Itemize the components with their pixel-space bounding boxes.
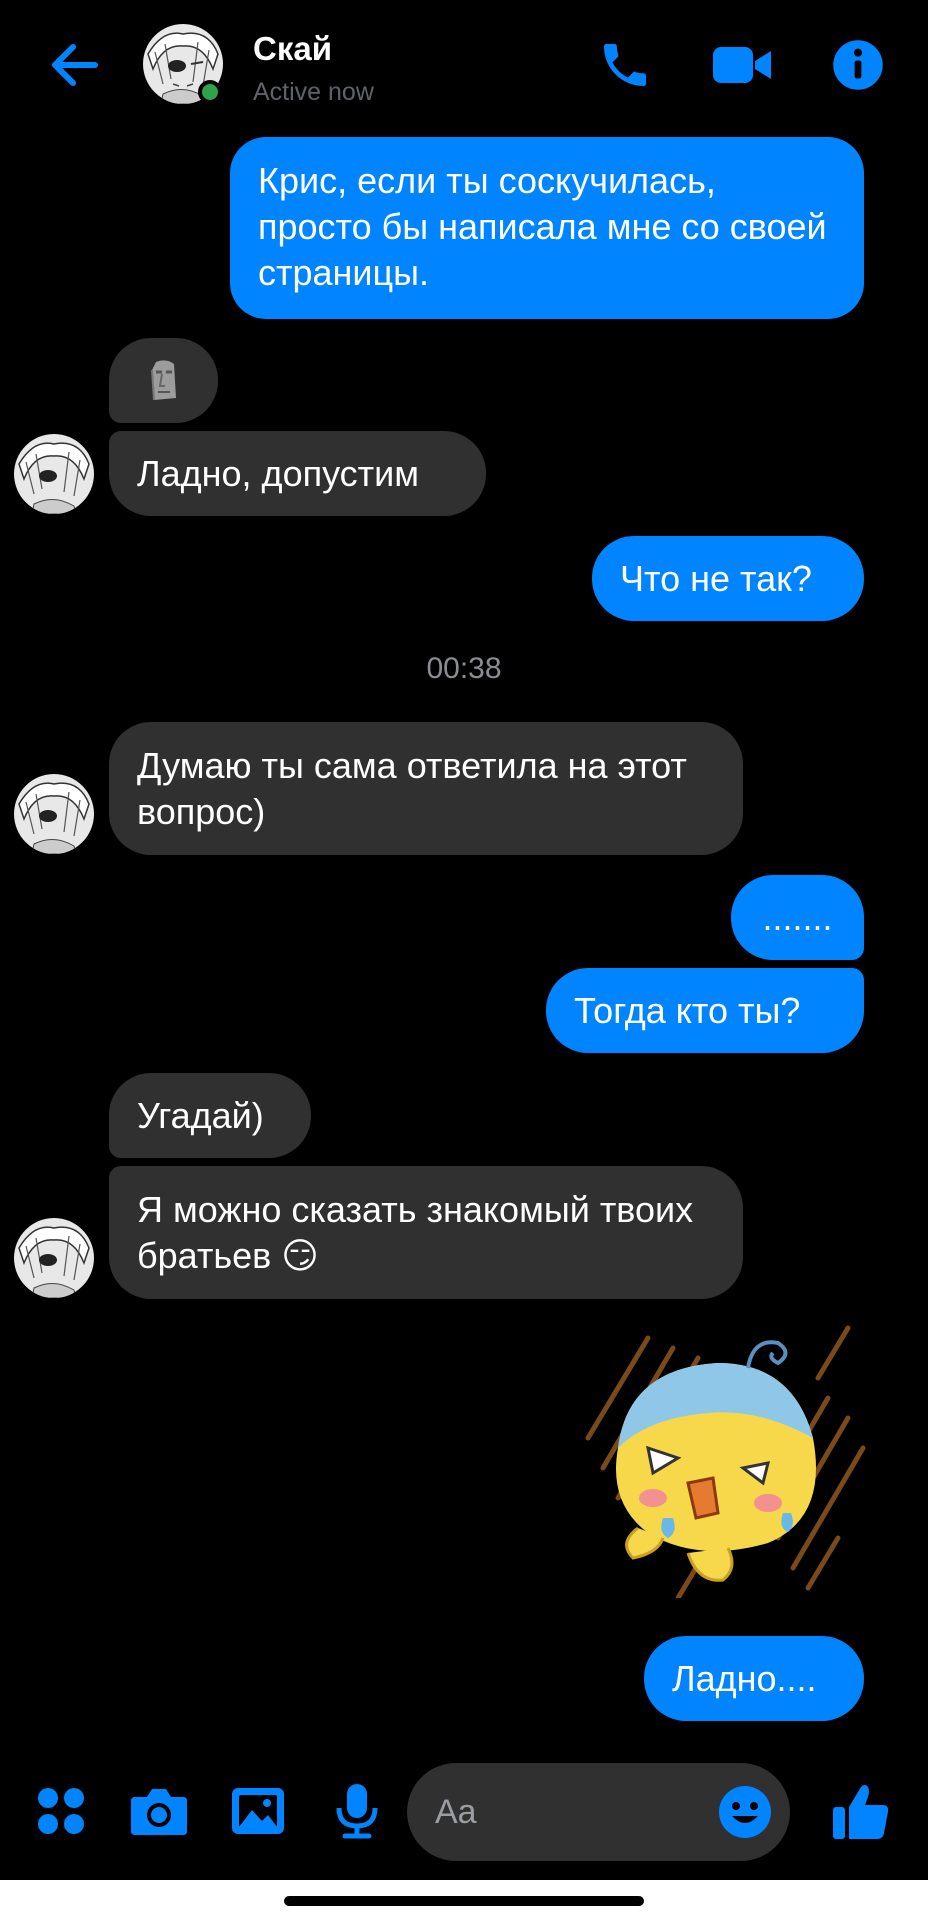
sender-avatar[interactable]: [14, 774, 94, 854]
message-bubble-incoming[interactable]: [109, 338, 218, 423]
sticker-message[interactable]: [578, 1318, 868, 1601]
message-bubble-outgoing[interactable]: .......: [731, 875, 864, 960]
message-text: Думаю ты сама ответила на этот вопрос): [137, 744, 687, 832]
phone-icon: [604, 44, 646, 86]
smirk-emoji: 😏: [281, 1234, 319, 1276]
message-bubble-incoming[interactable]: Угадай): [109, 1073, 311, 1158]
message-input[interactable]: [435, 1763, 705, 1861]
info-icon: [833, 40, 883, 90]
message-bubble-incoming[interactable]: Я можно сказать знакомый твоих братьев 😏: [109, 1166, 743, 1299]
message-text: Угадай): [137, 1094, 264, 1136]
video-camera-icon: [712, 47, 771, 83]
message-text: Тогда кто ты?: [574, 989, 801, 1031]
message-text: Крис, если ты соскучилась, просто бы нап…: [258, 160, 827, 293]
message-text: Что не так?: [620, 557, 812, 599]
back-arrow-icon: [52, 44, 98, 86]
home-indicator[interactable]: [284, 1896, 644, 1906]
message-bubble-outgoing[interactable]: Что не так?: [592, 536, 864, 621]
message-text: .......: [762, 896, 833, 938]
thumbs-up-icon: [833, 1785, 889, 1839]
timestamp: 00:38: [426, 652, 502, 685]
online-indicator: [198, 80, 222, 104]
message-text: Ладно, допустим: [137, 452, 420, 494]
contact-status: Active now: [253, 78, 374, 106]
gallery-button[interactable]: [227, 1780, 289, 1842]
microphone-icon: [336, 1784, 378, 1839]
camera-button[interactable]: [128, 1780, 190, 1842]
sender-avatar[interactable]: [14, 434, 94, 514]
video-call-button[interactable]: [705, 30, 780, 100]
message-bubble-outgoing[interactable]: Тогда кто ты?: [546, 968, 864, 1053]
message-bubble-outgoing[interactable]: Крис, если ты соскучилась, просто бы нап…: [230, 137, 864, 319]
sender-avatar[interactable]: [14, 1218, 94, 1298]
message-composer: [0, 1755, 928, 1865]
emoji-button[interactable]: [714, 1781, 776, 1843]
message-text: Я можно сказать знакомый твоих братьев: [137, 1188, 694, 1276]
more-actions-button[interactable]: [30, 1780, 92, 1842]
message-bubble-incoming[interactable]: Думаю ты сама ответила на этот вопрос): [109, 722, 743, 855]
message-bubble-outgoing[interactable]: Ладно....: [644, 1636, 864, 1721]
voice-call-button[interactable]: [590, 30, 660, 100]
message-input-container: [407, 1763, 790, 1861]
moai-emoji-icon: [150, 359, 176, 400]
four-dots-icon: [38, 1788, 84, 1834]
crying-blob-sticker-icon: [585, 1325, 866, 1601]
chat-header: Скай Active now: [0, 0, 928, 130]
camera-icon: [131, 1789, 187, 1835]
like-button[interactable]: [826, 1780, 896, 1842]
info-button[interactable]: [828, 30, 888, 100]
contact-name[interactable]: Скай: [253, 30, 332, 68]
back-button[interactable]: [40, 30, 110, 100]
image-icon: [232, 1788, 284, 1834]
voice-message-button[interactable]: [326, 1780, 388, 1842]
message-bubble-incoming[interactable]: Ладно, допустим: [109, 431, 486, 516]
smiley-icon: [719, 1786, 771, 1838]
message-text: Ладно....: [672, 1657, 817, 1699]
